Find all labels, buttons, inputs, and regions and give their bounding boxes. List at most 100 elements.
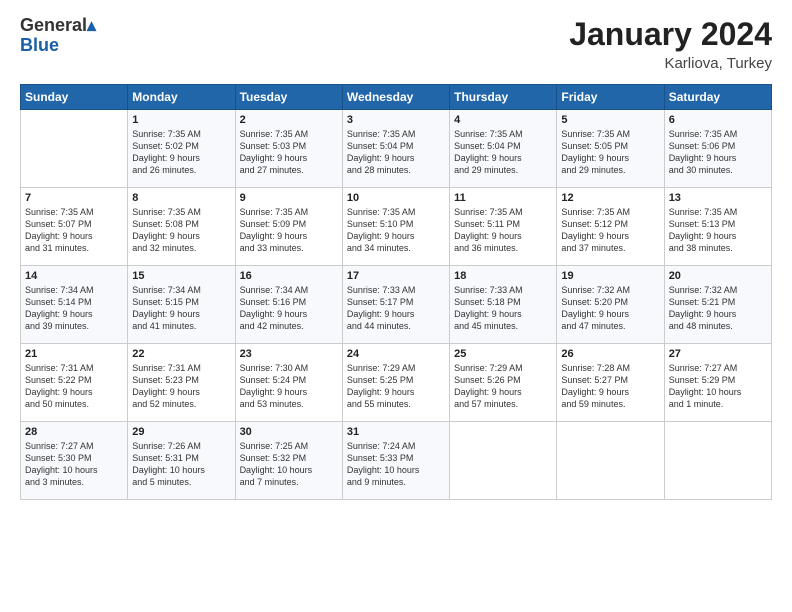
day-info: Sunrise: 7:34 AM Sunset: 5:16 PM Dayligh… [240,284,338,333]
calendar-cell: 13 Sunrise: 7:35 AM Sunset: 5:13 PM Dayli… [664,188,771,266]
calendar-cell [664,422,771,500]
calendar-cell: 7 Sunrise: 7:35 AM Sunset: 5:07 PM Daylig… [21,188,128,266]
day-info: Sunrise: 7:35 AM Sunset: 5:03 PM Dayligh… [240,128,338,177]
day-info: Sunrise: 7:35 AM Sunset: 5:12 PM Dayligh… [561,206,659,255]
calendar-cell: 15 Sunrise: 7:34 AM Sunset: 5:15 PM Dayli… [128,266,235,344]
day-info: Sunrise: 7:34 AM Sunset: 5:15 PM Dayligh… [132,284,230,333]
month-title: January 2024 [569,16,772,53]
calendar-cell: 10 Sunrise: 7:35 AM Sunset: 5:10 PM Dayli… [342,188,449,266]
day-number: 19 [561,270,659,282]
day-number: 20 [669,270,767,282]
day-number: 23 [240,348,338,360]
day-info: Sunrise: 7:25 AM Sunset: 5:32 PM Dayligh… [240,440,338,489]
day-info: Sunrise: 7:30 AM Sunset: 5:24 PM Dayligh… [240,362,338,411]
day-number: 12 [561,192,659,204]
day-number: 17 [347,270,445,282]
calendar-cell: 6 Sunrise: 7:35 AM Sunset: 5:06 PM Daylig… [664,110,771,188]
day-number: 15 [132,270,230,282]
calendar-cell: 5 Sunrise: 7:35 AM Sunset: 5:05 PM Daylig… [557,110,664,188]
day-number: 21 [25,348,123,360]
calendar-cell: 22 Sunrise: 7:31 AM Sunset: 5:23 PM Dayli… [128,344,235,422]
day-info: Sunrise: 7:33 AM Sunset: 5:18 PM Dayligh… [454,284,552,333]
calendar-cell: 16 Sunrise: 7:34 AM Sunset: 5:16 PM Dayli… [235,266,342,344]
calendar-cell: 25Sunrise: 7:29 AM Sunset: 5:26 PM Dayli… [450,344,557,422]
day-info: Sunrise: 7:33 AM Sunset: 5:17 PM Dayligh… [347,284,445,333]
calendar-cell: 8 Sunrise: 7:35 AM Sunset: 5:08 PM Daylig… [128,188,235,266]
calendar-cell: 29Sunrise: 7:26 AM Sunset: 5:31 PM Dayli… [128,422,235,500]
day-number: 14 [25,270,123,282]
day-info: Sunrise: 7:29 AM Sunset: 5:25 PM Dayligh… [347,362,445,411]
day-info: Sunrise: 7:35 AM Sunset: 5:04 PM Dayligh… [347,128,445,177]
calendar-cell: 24 Sunrise: 7:29 AM Sunset: 5:25 PM Dayli… [342,344,449,422]
day-info: Sunrise: 7:26 AM Sunset: 5:31 PM Dayligh… [132,440,230,489]
day-number: 5 [561,114,659,126]
day-number: 7 [25,192,123,204]
day-info: Sunrise: 7:27 AM Sunset: 5:29 PM Dayligh… [669,362,767,411]
calendar-cell [557,422,664,500]
day-info: Sunrise: 7:35 AM Sunset: 5:08 PM Dayligh… [132,206,230,255]
calendar-cell: 19Sunrise: 7:32 AM Sunset: 5:20 PM Dayli… [557,266,664,344]
calendar-cell: 27 Sunrise: 7:27 AM Sunset: 5:29 PM Dayli… [664,344,771,422]
calendar-cell: 12 Sunrise: 7:35 AM Sunset: 5:12 PM Dayli… [557,188,664,266]
day-info: Sunrise: 7:35 AM Sunset: 5:10 PM Dayligh… [347,206,445,255]
day-number: 30 [240,426,338,438]
day-number: 24 [347,348,445,360]
calendar-cell: 14 Sunrise: 7:34 AM Sunset: 5:14 PM Dayli… [21,266,128,344]
day-info: Sunrise: 7:35 AM Sunset: 5:07 PM Dayligh… [25,206,123,255]
weekday-header: Friday [557,85,664,110]
location: Karliova, Turkey [569,55,772,72]
weekday-header: Tuesday [235,85,342,110]
day-number: 2 [240,114,338,126]
day-number: 18 [454,270,552,282]
title-block: January 2024 Karliova, Turkey [569,16,772,72]
calendar-cell: 1 Sunrise: 7:35 AM Sunset: 5:02 PM Daylig… [128,110,235,188]
calendar-cell: 2 Sunrise: 7:35 AM Sunset: 5:03 PM Daylig… [235,110,342,188]
day-number: 6 [669,114,767,126]
calendar-cell: 23 Sunrise: 7:30 AM Sunset: 5:24 PM Dayli… [235,344,342,422]
day-number: 13 [669,192,767,204]
day-info: Sunrise: 7:32 AM Sunset: 5:21 PM Dayligh… [669,284,767,333]
day-info: Sunrise: 7:24 AM Sunset: 5:33 PM Dayligh… [347,440,445,489]
logo-blue: Blue [20,35,59,55]
day-info: Sunrise: 7:35 AM Sunset: 5:02 PM Dayligh… [132,128,230,177]
weekday-header: Saturday [664,85,771,110]
day-info: Sunrise: 7:35 AM Sunset: 5:06 PM Dayligh… [669,128,767,177]
day-number: 25 [454,348,552,360]
day-info: Sunrise: 7:35 AM Sunset: 5:05 PM Dayligh… [561,128,659,177]
day-info: Sunrise: 7:31 AM Sunset: 5:23 PM Dayligh… [132,362,230,411]
weekday-header: Monday [128,85,235,110]
calendar-cell [21,110,128,188]
day-number: 4 [454,114,552,126]
calendar-cell: 28 Sunrise: 7:27 AM Sunset: 5:30 PM Dayli… [21,422,128,500]
calendar-cell: 11 Sunrise: 7:35 AM Sunset: 5:11 PM Dayli… [450,188,557,266]
day-info: Sunrise: 7:31 AM Sunset: 5:22 PM Dayligh… [25,362,123,411]
header: General▴ Blue January 2024 Karliova, Tur… [20,16,772,72]
calendar-table: SundayMondayTuesdayWednesdayThursdayFrid… [20,84,772,500]
page: General▴ Blue January 2024 Karliova, Tur… [0,0,792,510]
calendar-cell: 9Sunrise: 7:35 AM Sunset: 5:09 PM Daylig… [235,188,342,266]
logo: General▴ Blue [20,16,96,56]
day-number: 11 [454,192,552,204]
calendar-cell: 20 Sunrise: 7:32 AM Sunset: 5:21 PM Dayli… [664,266,771,344]
day-number: 27 [669,348,767,360]
day-info: Sunrise: 7:35 AM Sunset: 5:04 PM Dayligh… [454,128,552,177]
day-info: Sunrise: 7:35 AM Sunset: 5:09 PM Dayligh… [240,206,338,255]
day-number: 3 [347,114,445,126]
day-info: Sunrise: 7:35 AM Sunset: 5:11 PM Dayligh… [454,206,552,255]
day-number: 28 [25,426,123,438]
day-info: Sunrise: 7:27 AM Sunset: 5:30 PM Dayligh… [25,440,123,489]
day-number: 22 [132,348,230,360]
day-number: 1 [132,114,230,126]
day-number: 26 [561,348,659,360]
calendar-cell: 4 Sunrise: 7:35 AM Sunset: 5:04 PM Daylig… [450,110,557,188]
calendar-cell: 26Sunrise: 7:28 AM Sunset: 5:27 PM Dayli… [557,344,664,422]
day-number: 10 [347,192,445,204]
day-number: 16 [240,270,338,282]
calendar-cell: 30 Sunrise: 7:25 AM Sunset: 5:32 PM Dayli… [235,422,342,500]
day-info: Sunrise: 7:34 AM Sunset: 5:14 PM Dayligh… [25,284,123,333]
calendar-cell: 3 Sunrise: 7:35 AM Sunset: 5:04 PM Daylig… [342,110,449,188]
calendar-cell: 17 Sunrise: 7:33 AM Sunset: 5:17 PM Dayli… [342,266,449,344]
calendar-cell: 31Sunrise: 7:24 AM Sunset: 5:33 PM Dayli… [342,422,449,500]
day-info: Sunrise: 7:35 AM Sunset: 5:13 PM Dayligh… [669,206,767,255]
day-number: 8 [132,192,230,204]
